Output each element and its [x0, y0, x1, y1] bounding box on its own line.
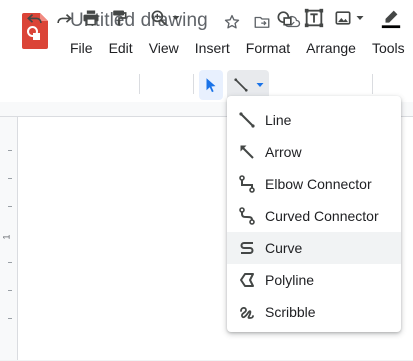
arrow-icon [237, 142, 257, 162]
ruler-tick [8, 178, 12, 179]
image-icon [335, 10, 351, 25]
zoom-button[interactable] [146, 0, 184, 35]
menu-item-label: Curved Connector [265, 208, 379, 224]
toolbar-divider [139, 74, 140, 94]
select-icon [206, 78, 216, 93]
chevron-down-icon [256, 83, 263, 87]
menu-item-label: Arrow [265, 144, 302, 160]
menu-tools[interactable]: Tools [364, 37, 413, 59]
ruler-number: 1 [1, 234, 12, 240]
menu-item-label: Curve [265, 240, 303, 256]
menu-insert[interactable]: Insert [187, 37, 238, 59]
print-icon [83, 10, 99, 25]
menu-file[interactable]: File [62, 37, 101, 59]
polyline-icon [237, 270, 257, 290]
menu-item-label: Scribble [265, 304, 316, 320]
redo-button[interactable] [53, 0, 75, 35]
scribble-icon [237, 302, 257, 322]
toolbar-divider [193, 74, 194, 94]
curve-icon [237, 238, 257, 258]
select-tool-button[interactable] [199, 70, 223, 100]
line-color-icon [381, 10, 401, 28]
menu-item-line[interactable]: Line [227, 104, 401, 136]
paint-format-icon [113, 10, 127, 25]
star-icon[interactable] [222, 12, 242, 32]
ruler-tick [8, 206, 12, 207]
redo-icon [57, 13, 72, 23]
line-tool-menu: Line Arrow Elbow Connector Curved Connec… [227, 96, 401, 332]
paint-format-button[interactable] [108, 0, 130, 35]
line-icon [237, 110, 257, 130]
toolbar-divider [372, 74, 373, 94]
shape-icon [277, 10, 292, 26]
curved-connector-icon [237, 206, 257, 226]
chevron-down-icon [172, 15, 180, 20]
menu-bar: File Edit View Insert Format Arrange Too… [62, 37, 413, 59]
text-box-icon [304, 8, 324, 27]
image-button[interactable] [331, 0, 367, 35]
menu-item-label: Elbow Connector [265, 176, 372, 192]
elbow-connector-icon [237, 174, 257, 194]
text-box-button[interactable] [302, 0, 326, 35]
menu-item-elbow-connector[interactable]: Elbow Connector [227, 168, 401, 200]
ruler-tick [8, 262, 12, 263]
shape-button[interactable] [274, 0, 296, 35]
menu-item-curved-connector[interactable]: Curved Connector [227, 200, 401, 232]
chevron-down-icon [356, 15, 364, 20]
menu-item-polyline[interactable]: Polyline [227, 264, 401, 296]
move-to-folder-icon[interactable] [252, 12, 272, 32]
menu-item-label: Polyline [265, 272, 315, 288]
menu-item-label: Line [265, 112, 292, 128]
menu-arrange[interactable]: Arrange [298, 37, 364, 59]
zoom-icon [151, 10, 167, 25]
menu-item-arrow[interactable]: Arrow [227, 136, 401, 168]
ruler-tick [8, 318, 12, 319]
menu-item-curve[interactable]: Curve [227, 232, 401, 264]
menu-edit[interactable]: Edit [101, 37, 141, 59]
ruler-tick [8, 150, 12, 151]
ruler-tick [8, 290, 12, 291]
menu-format[interactable]: Format [238, 37, 298, 59]
print-button[interactable] [80, 0, 102, 35]
undo-button[interactable] [24, 0, 46, 35]
line-icon [233, 78, 248, 92]
undo-icon [27, 13, 42, 23]
menu-item-scribble[interactable]: Scribble [227, 296, 401, 328]
line-color-button[interactable] [378, 0, 404, 35]
menu-view[interactable]: View [141, 37, 187, 59]
